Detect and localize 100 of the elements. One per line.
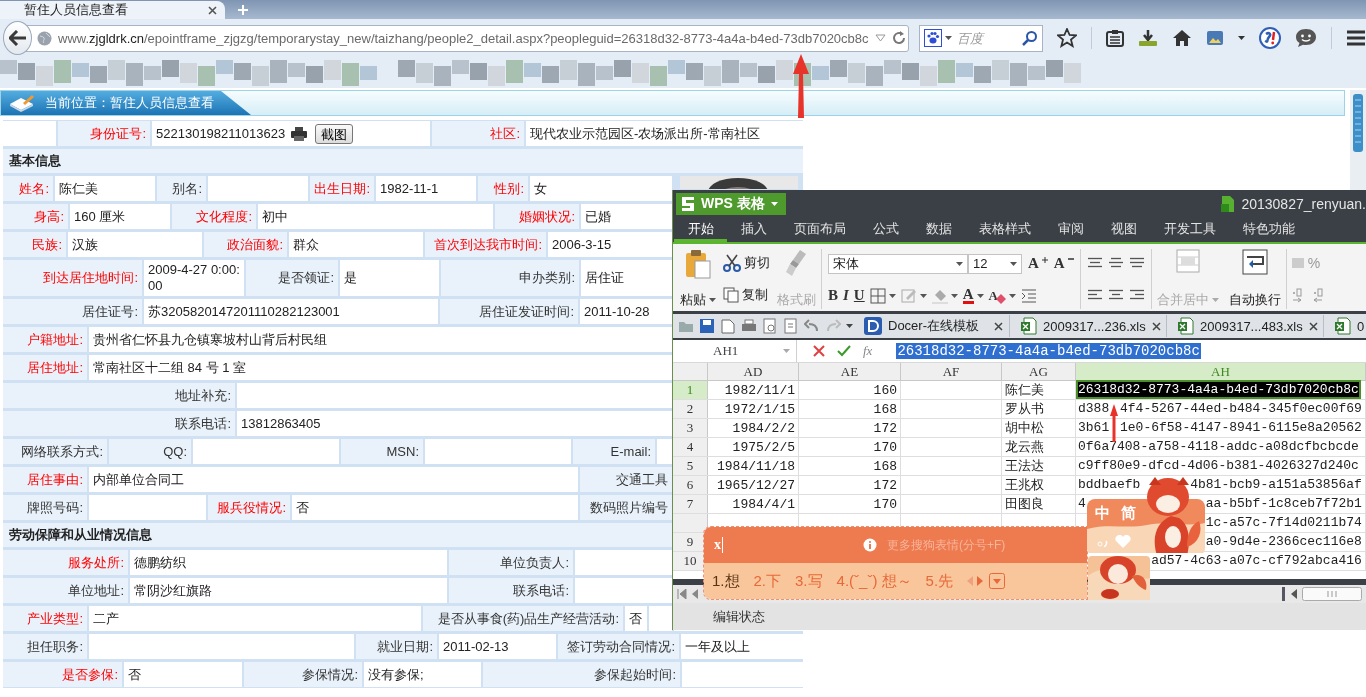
field-label: 参保情况: (244, 662, 362, 687)
ribbon-tab[interactable]: 页面布局 (780, 218, 859, 242)
align-top-icon[interactable] (1086, 257, 1103, 269)
print-preview-icon[interactable] (762, 318, 778, 334)
cut-button[interactable]: 剪切 (723, 254, 770, 272)
ribbon-tab[interactable]: 表格样式 (965, 218, 1044, 242)
wrap-text-button[interactable]: 自动换行 (1225, 247, 1284, 311)
print-icon[interactable] (741, 318, 757, 334)
row-number[interactable]: 2 (673, 400, 708, 418)
logo-icon[interactable] (1259, 27, 1281, 49)
cell-style-button[interactable] (900, 287, 927, 304)
copy-button[interactable]: 复制 (723, 286, 770, 304)
underline-button[interactable]: U (853, 287, 865, 305)
bold-button[interactable]: B (828, 287, 838, 305)
caret-icon (1211, 298, 1219, 302)
indent-button[interactable] (1020, 287, 1037, 304)
align-right-icon[interactable] (1128, 289, 1145, 301)
row-number[interactable]: 5 (673, 457, 708, 475)
ribbon-tab[interactable]: 数据 (912, 218, 965, 242)
undo-icon[interactable] (804, 318, 820, 334)
row-number[interactable]: 4 (673, 438, 708, 456)
preview-icon[interactable] (783, 318, 799, 334)
sheet-cell: 170 (799, 495, 901, 513)
export-icon[interactable] (720, 318, 736, 334)
copy-icon (723, 287, 739, 303)
app-menu-button[interactable]: WPS 表格 (676, 193, 786, 215)
ribbon-tab[interactable]: 视图 (1097, 218, 1150, 242)
ribbon-tab[interactable]: 开发工具 (1150, 218, 1229, 242)
search-input[interactable]: 百度 (955, 29, 1019, 47)
document-tab[interactable]: 2009317...236.xls (1015, 315, 1167, 337)
document-tab[interactable]: Docer-在线模板 (858, 315, 1010, 337)
field-label: 牌照号码: (3, 495, 87, 520)
close-icon[interactable] (1151, 321, 1161, 331)
cell-text: d388 (1078, 401, 1110, 416)
confirm-icon[interactable] (837, 345, 851, 357)
scroll-left-icon[interactable] (1290, 589, 1298, 599)
align-bottom-icon[interactable] (1128, 257, 1145, 269)
star-icon[interactable] (1057, 28, 1077, 48)
previous-sheet-icon[interactable] (691, 589, 699, 599)
align-middle-icon[interactable] (1107, 257, 1124, 269)
align-left-icon[interactable] (1086, 289, 1103, 301)
download-icon[interactable] (1138, 29, 1158, 47)
candidate-item[interactable]: 1.想 (712, 571, 740, 591)
document-tab[interactable]: 0 (1329, 315, 1366, 337)
document-tab[interactable]: 2009317...483.xls (1172, 315, 1324, 337)
font-color-button[interactable]: A (962, 287, 984, 305)
cancel-icon[interactable] (813, 345, 825, 357)
first-sheet-icon[interactable] (677, 589, 687, 599)
ribbon-tab[interactable]: 公式 (859, 218, 912, 242)
ribbon-tab[interactable]: 插入 (727, 218, 780, 242)
row-number[interactable]: 3 (673, 419, 708, 437)
image-icon[interactable] (1206, 30, 1224, 46)
search-field[interactable]: 百度 (919, 24, 1043, 52)
reload-icon[interactable] (891, 31, 906, 45)
printer-icon[interactable] (291, 126, 308, 141)
sheet-cell: 1965/12/27 (708, 476, 799, 494)
function-button[interactable]: fx (863, 343, 873, 359)
clear-format-button[interactable]: A (988, 287, 1016, 304)
column-header[interactable]: AF (901, 363, 1002, 380)
scrollbar[interactable] (1350, 90, 1366, 192)
row-number[interactable]: 7 (673, 495, 708, 513)
align-center-icon[interactable] (1107, 289, 1124, 301)
back-button[interactable] (3, 21, 32, 55)
new-tab-icon[interactable] (237, 4, 249, 16)
name-box[interactable]: AH1 (673, 340, 797, 362)
search-icon[interactable] (1022, 30, 1038, 46)
reading-list-icon[interactable] (1106, 29, 1124, 47)
row-number[interactable]: 1 (673, 381, 708, 399)
border-button[interactable] (869, 287, 896, 304)
close-icon[interactable] (1308, 321, 1318, 331)
close-icon[interactable] (994, 321, 1003, 331)
font-size-select[interactable]: 12 (968, 253, 1022, 274)
dropdown-icon[interactable] (874, 34, 886, 42)
field-value: 13812863405 (237, 411, 672, 436)
grow-font-button[interactable]: A (1028, 255, 1048, 273)
browser-tab[interactable]: 暂住人员信息查看 (0, 1, 225, 19)
merge-icon (1175, 249, 1200, 273)
row-number[interactable]: 6 (673, 476, 708, 494)
home-icon[interactable] (1172, 29, 1192, 47)
sheet-cell: 龙云燕 (1002, 438, 1076, 456)
chat-icon[interactable] (1295, 28, 1317, 48)
annotation-arrow (1110, 404, 1118, 442)
shrink-font-button[interactable]: A (1053, 255, 1074, 273)
close-icon[interactable] (208, 5, 217, 15)
column-header[interactable]: AE (799, 363, 901, 380)
status-text: 编辑状态 (713, 608, 765, 626)
horizontal-scrollbar[interactable] (1302, 587, 1362, 601)
italic-button[interactable]: I (843, 287, 849, 305)
fill-color-button[interactable] (931, 287, 958, 304)
paste-button[interactable]: 粘贴 (677, 247, 719, 311)
menu-icon[interactable] (1346, 30, 1366, 46)
save-icon[interactable] (699, 318, 715, 334)
caret-icon (888, 293, 896, 298)
ribbon-tab[interactable]: 审阅 (1044, 218, 1097, 242)
back-arrow-icon (8, 30, 27, 46)
screenshot-button[interactable]: 截图 (315, 123, 354, 144)
formula-field[interactable]: 26318d32-8773-4a4a-b4ed-73db7020cb8c (896, 343, 1201, 359)
font-select[interactable]: 宋体 (828, 253, 968, 274)
column-header[interactable]: AD (708, 363, 799, 380)
ribbon-tab[interactable]: 特色功能 (1229, 218, 1308, 242)
